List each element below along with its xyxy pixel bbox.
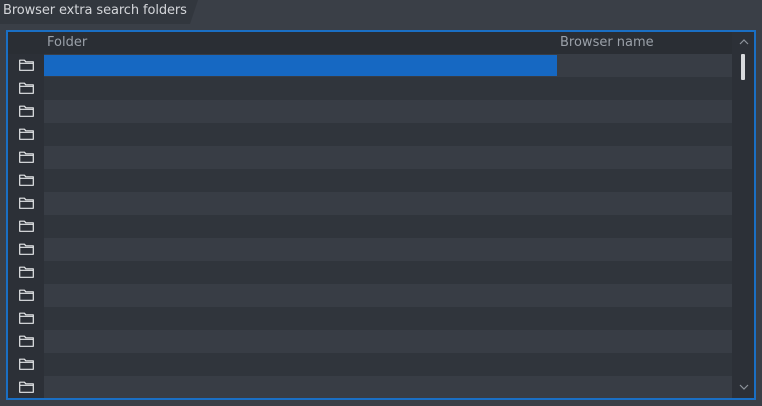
folder-cell[interactable] (44, 101, 557, 122)
table-row[interactable] (8, 77, 732, 100)
row-icon-cell[interactable] (8, 353, 44, 376)
column-header-browser-name[interactable]: Browser name (560, 35, 654, 50)
folder-icon (19, 82, 34, 94)
chevron-down-icon (739, 384, 749, 390)
browser-name-cell[interactable] (557, 238, 732, 261)
table-header: Folder Browser name (8, 32, 732, 54)
folder-cell[interactable] (44, 147, 557, 168)
folder-cell[interactable] (44, 354, 557, 375)
folder-icon (19, 174, 34, 186)
chevron-up-icon (739, 39, 749, 45)
folder-cell[interactable] (44, 193, 557, 214)
folders-table[interactable]: Folder Browser name (6, 30, 756, 400)
folder-cell[interactable] (44, 216, 557, 237)
folder-cell[interactable] (44, 308, 557, 329)
browser-name-cell[interactable] (557, 307, 732, 330)
folder-icon (19, 289, 34, 301)
table-row[interactable] (8, 123, 732, 146)
row-icon-cell[interactable] (8, 169, 44, 192)
panel-title: Browser extra search folders (3, 3, 187, 18)
row-icon-cell[interactable] (8, 192, 44, 215)
folder-cell[interactable] (44, 124, 557, 145)
panel-tab[interactable]: Browser extra search folders (0, 0, 198, 24)
folder-cell[interactable] (44, 78, 557, 99)
table-row[interactable] (8, 146, 732, 169)
folder-icon (19, 266, 34, 278)
browser-name-cell[interactable] (557, 376, 732, 398)
folder-cell[interactable] (44, 331, 557, 352)
folder-icon (19, 151, 34, 163)
browser-name-cell[interactable] (557, 123, 732, 146)
browser-name-cell[interactable] (557, 330, 732, 353)
folder-icon (19, 220, 34, 232)
folder-cell[interactable] (44, 239, 557, 260)
row-icon-cell[interactable] (8, 238, 44, 261)
folder-icon (19, 105, 34, 117)
browser-name-cell[interactable] (557, 54, 732, 77)
row-icon-cell[interactable] (8, 376, 44, 398)
table-row[interactable] (8, 100, 732, 123)
scroll-up-button[interactable] (734, 34, 754, 50)
browser-name-cell[interactable] (557, 77, 732, 100)
table-row[interactable] (8, 353, 732, 376)
vertical-scrollbar[interactable] (734, 32, 754, 398)
folder-cell[interactable] (44, 377, 557, 398)
row-icon-cell[interactable] (8, 215, 44, 238)
row-icon-cell[interactable] (8, 77, 44, 100)
table-row[interactable] (8, 238, 732, 261)
table-row[interactable] (8, 192, 732, 215)
browser-name-cell[interactable] (557, 100, 732, 123)
browser-name-cell[interactable] (557, 169, 732, 192)
table-row[interactable] (8, 284, 732, 307)
table-row[interactable] (8, 330, 732, 353)
row-icon-cell[interactable] (8, 261, 44, 284)
table-row[interactable] (8, 307, 732, 330)
row-icon-cell[interactable] (8, 284, 44, 307)
table-row[interactable] (8, 261, 732, 284)
folder-cell[interactable] (44, 285, 557, 306)
column-header-folder[interactable]: Folder (47, 35, 87, 50)
folder-icon (19, 59, 34, 71)
folder-icon (19, 358, 34, 370)
browser-name-cell[interactable] (557, 215, 732, 238)
table-row[interactable] (8, 376, 732, 398)
browser-name-cell[interactable] (557, 353, 732, 376)
folder-icon (19, 381, 34, 393)
browser-name-cell[interactable] (557, 261, 732, 284)
table-row[interactable] (8, 54, 732, 77)
row-icon-cell[interactable] (8, 146, 44, 169)
folder-icon (19, 197, 34, 209)
folder-cell[interactable] (44, 55, 557, 76)
scrollbar-thumb[interactable] (741, 54, 745, 80)
table-row[interactable] (8, 169, 732, 192)
row-icon-cell[interactable] (8, 330, 44, 353)
folder-icon (19, 243, 34, 255)
scroll-down-button[interactable] (734, 380, 754, 396)
browser-name-cell[interactable] (557, 284, 732, 307)
folder-icon (19, 312, 34, 324)
folder-cell[interactable] (44, 170, 557, 191)
row-icon-cell[interactable] (8, 123, 44, 146)
folder-icon (19, 335, 34, 347)
folder-icon (19, 128, 34, 140)
browser-name-cell[interactable] (557, 146, 732, 169)
row-icon-cell[interactable] (8, 307, 44, 330)
table-row[interactable] (8, 215, 732, 238)
row-icon-cell[interactable] (8, 100, 44, 123)
browser-name-cell[interactable] (557, 192, 732, 215)
folder-cell[interactable] (44, 262, 557, 283)
row-icon-cell[interactable] (8, 54, 44, 77)
